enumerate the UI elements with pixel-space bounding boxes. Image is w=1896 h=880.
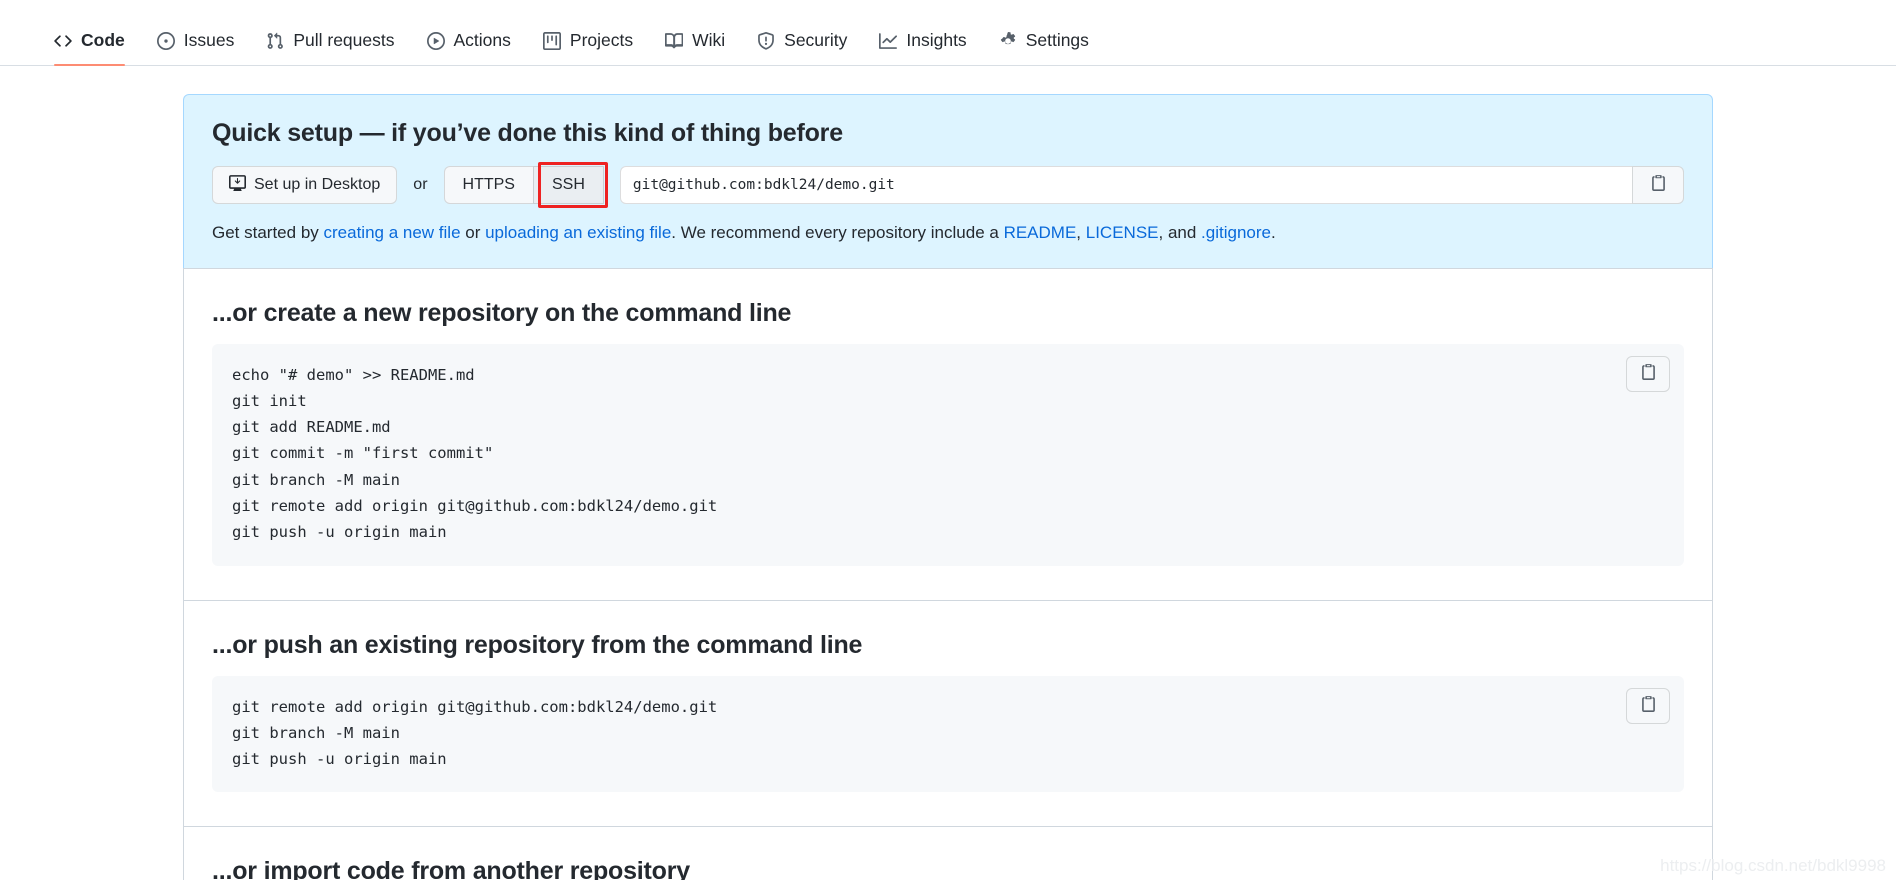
get-started-mid3: , and [1158,223,1202,242]
tab-security-label: Security [784,30,848,50]
csdn-watermark: https://blog.csdn.net/bdkl9998 [1660,856,1886,875]
repo-setup-page: Quick setup — if you’ve done this kind o… [0,66,1896,880]
tab-issues-label: Issues [183,30,235,50]
clipboard-icon [1640,363,1657,385]
ssh-button[interactable]: SSH [532,166,604,204]
quick-setup-panel: Quick setup — if you’ve done this kind o… [183,94,1713,268]
tab-actions[interactable]: Actions [411,30,527,65]
tab-code-label: Code [81,30,125,50]
push-existing-repo-section: ...or push an existing repository from t… [183,599,1713,827]
create-new-repo-title: ...or create a new repository on the com… [212,298,792,327]
link-readme[interactable]: README [1004,223,1077,242]
issue-opened-icon [156,31,175,50]
copy-create-new-repo-button[interactable] [1626,355,1670,392]
repo-nav-bar: Code Issues Pull requests Actions Projec [0,0,1896,66]
quick-setup-title: Quick setup — if you’ve done this kind o… [212,119,843,147]
import-code-section: ...or import code from another repositor… [183,826,1713,880]
create-new-repo-section: ...or create a new repository on the com… [183,267,1713,600]
tab-pull-requests-label: Pull requests [293,30,395,50]
create-new-repo-code-block: echo "# demo" >> README.md git init git … [212,343,1684,566]
tab-issues[interactable]: Issues [141,30,251,65]
play-icon [426,31,445,50]
clone-url-group: git@github.com:bdkl24/demo.git [619,166,1684,204]
set-up-in-desktop-label: Set up in Desktop [254,176,381,193]
get-started-comma1: , [1076,223,1086,242]
copy-clone-url-button[interactable] [1632,166,1684,204]
push-existing-repo-code: git remote add origin git@github.com:bdk… [232,697,718,769]
create-new-repo-code: echo "# demo" >> README.md git init git … [232,365,718,542]
project-icon [542,31,561,50]
or-separator-label: or [413,176,428,193]
code-icon [54,32,72,50]
tab-security[interactable]: Security [741,30,863,65]
https-button[interactable]: HTTPS [443,166,533,204]
link-license[interactable]: LICENSE [1086,223,1159,242]
gear-icon [999,31,1017,50]
clipboard-icon [1640,695,1657,717]
set-up-in-desktop-button[interactable]: Set up in Desktop [212,166,398,204]
import-code-title: ...or import code from another repositor… [212,857,690,880]
get-started-suffix: . [1270,223,1276,242]
shield-icon [757,31,775,50]
tab-pull-requests[interactable]: Pull requests [250,30,410,65]
clone-url-input[interactable]: git@github.com:bdkl24/demo.git [619,166,1632,204]
get-started-mid2: . We recommend every repository include … [671,223,1004,242]
get-started-prefix: Get started by [212,223,324,242]
tab-insights-label: Insights [906,30,967,50]
link-creating-a-new-file[interactable]: creating a new file [324,223,461,242]
tab-insights[interactable]: Insights [863,30,982,65]
setup-content: Quick setup — if you’ve done this kind o… [183,66,1713,880]
tab-projects-label: Projects [569,30,634,50]
book-icon [665,32,684,50]
link-uploading-an-existing-file[interactable]: uploading an existing file [485,223,671,242]
get-started-mid1: or [460,223,486,242]
repo-nav-items: Code Issues Pull requests Actions Projec [38,30,1105,66]
git-pull-request-icon [266,32,284,50]
push-existing-repo-title: ...or push an existing repository from t… [212,630,863,659]
tab-actions-label: Actions [453,30,511,50]
tab-projects[interactable]: Projects [527,30,649,65]
copy-push-existing-repo-button[interactable] [1626,687,1670,724]
desktop-download-icon [229,174,246,196]
link-gitignore[interactable]: .gitignore [1201,223,1271,242]
clipboard-icon [1650,174,1667,196]
protocol-selector: HTTPS SSH [443,162,608,208]
graph-icon [879,32,898,50]
tab-settings[interactable]: Settings [983,30,1105,65]
clone-row: Set up in Desktop or HTTPS SSH git@githu… [212,162,1684,208]
tab-code[interactable]: Code [38,30,141,66]
tab-settings-label: Settings [1025,30,1089,50]
get-started-text: Get started by creating a new file or up… [212,220,1684,246]
tab-wiki[interactable]: Wiki [649,30,741,65]
tab-wiki-label: Wiki [692,30,726,50]
push-existing-repo-code-block: git remote add origin git@github.com:bdk… [212,675,1684,793]
